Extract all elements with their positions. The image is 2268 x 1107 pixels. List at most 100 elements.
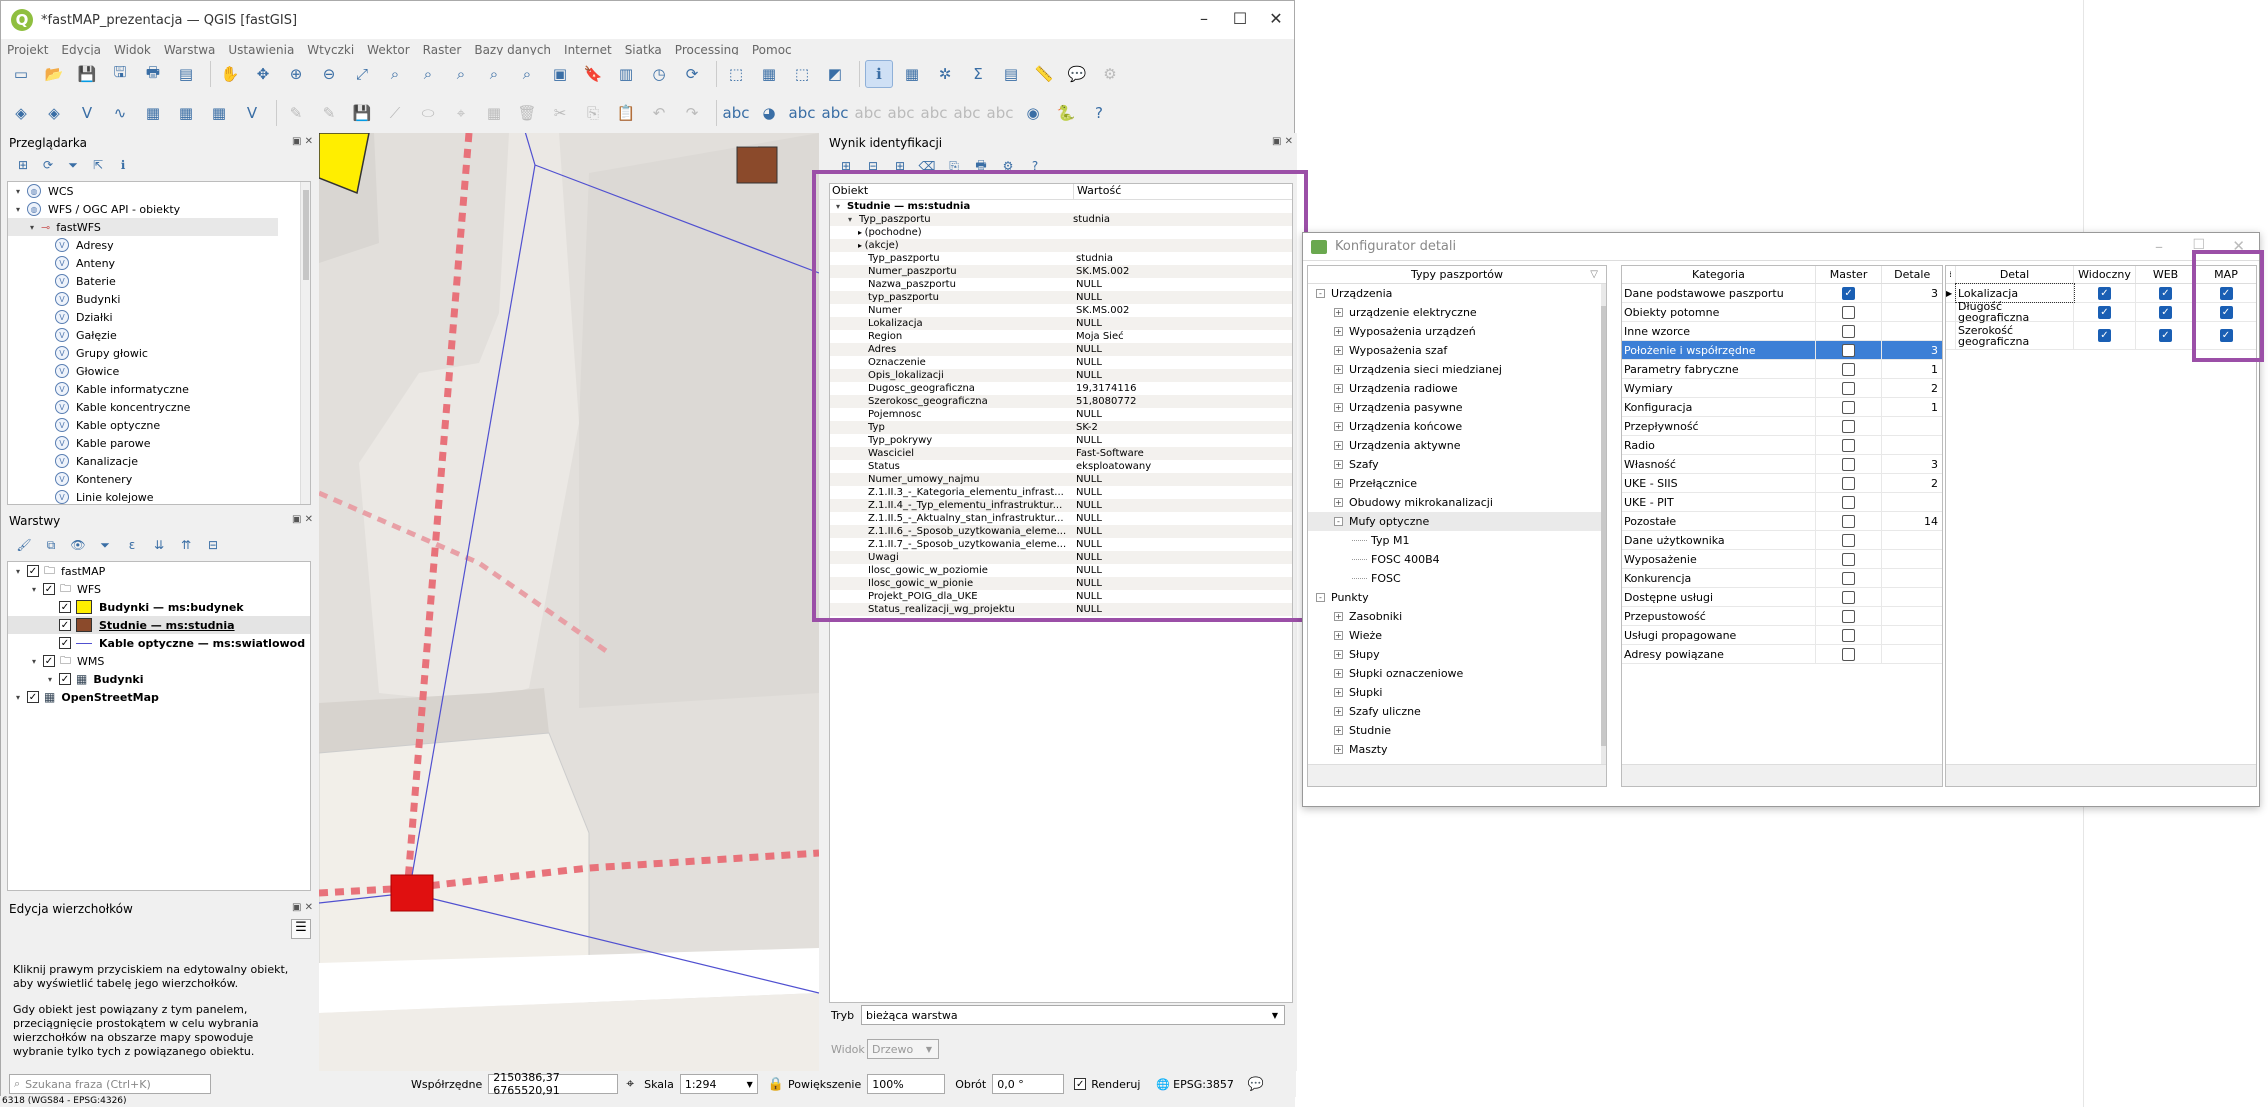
virtual-layer-icon[interactable]: V — [238, 99, 266, 127]
refresh-icon[interactable]: ⟳ — [38, 155, 58, 175]
browser-item[interactable]: ▾ ◍ WCS — [8, 182, 310, 200]
master-checkbox[interactable] — [1842, 381, 1856, 395]
browser-item[interactable]: V Budynki — [8, 290, 310, 308]
zoom-input[interactable]: 100% — [867, 1074, 946, 1094]
render-checkbox[interactable]: ✓ — [1074, 1078, 1087, 1090]
browser-item[interactable]: V Gałęzie — [8, 326, 310, 344]
scale-input[interactable]: 1:294 ▼ — [679, 1074, 758, 1094]
eye-lens-icon[interactable]: ◉ — [1019, 99, 1047, 127]
category-hscrollbar[interactable] — [1622, 764, 1942, 786]
browser-item[interactable]: ▾ ◍ WFS / OGC API - obiekty — [8, 200, 310, 218]
open-table-icon[interactable]: ▤ — [997, 60, 1025, 88]
types-scrollbar[interactable] — [1601, 284, 1606, 764]
passport-type-item[interactable]: - Urządzenia — [1308, 284, 1606, 303]
category-row[interactable]: Dane podstawowe paszportu ✓ 3 — [1622, 284, 1942, 303]
panel-float-close-icon[interactable]: ▣ ✕ — [292, 514, 313, 525]
style-icon[interactable]: 🖌 — [13, 535, 35, 555]
master-checkbox[interactable] — [1842, 400, 1856, 414]
filter-icon[interactable]: ▽ — [1590, 269, 1598, 280]
add-feature-icon[interactable]: ⬭ — [414, 99, 442, 127]
new-project-icon[interactable]: ▭ — [7, 60, 35, 88]
master-checkbox[interactable] — [1842, 609, 1856, 623]
browser-item[interactable]: V Anteny — [8, 254, 310, 272]
paste-icon[interactable]: 📋 — [612, 99, 640, 127]
browser-item[interactable]: V Baterie — [8, 272, 310, 290]
add-wms-icon[interactable]: ▦ — [139, 99, 167, 127]
master-checkbox[interactable] — [1842, 343, 1856, 357]
passport-type-item[interactable]: + Szafy uliczne — [1308, 702, 1606, 721]
zoom-layer-icon[interactable]: ⌕ — [414, 60, 442, 88]
web-checkbox[interactable]: ✓ — [2159, 329, 2172, 342]
category-row[interactable]: Parametry fabryczne 1 — [1622, 360, 1942, 379]
master-checkbox[interactable] — [1842, 305, 1856, 319]
expand-arrow-icon[interactable]: ▾ — [28, 657, 40, 666]
types-hscrollbar[interactable] — [1308, 764, 1606, 786]
category-row[interactable]: Wyposażenie — [1622, 550, 1942, 569]
expand-arrow-icon[interactable]: ▾ — [26, 223, 38, 232]
expand-plus-icon[interactable]: + — [1334, 479, 1343, 488]
expand-all-icon[interactable]: ⇊ — [148, 535, 170, 555]
category-row[interactable]: Przepływność — [1622, 417, 1942, 436]
expand-plus-icon[interactable]: + — [1334, 346, 1343, 355]
expand-plus-icon[interactable]: + — [1334, 327, 1343, 336]
layer-visibility-checkbox[interactable]: ✓ — [59, 637, 71, 649]
open-project-icon[interactable]: 📂 — [40, 60, 68, 88]
passport-type-item[interactable]: + Maszty — [1308, 740, 1606, 759]
expand-plus-icon[interactable]: + — [1334, 650, 1343, 659]
passport-type-item[interactable]: + Przełącznice — [1308, 474, 1606, 493]
browser-item[interactable]: V Kanalizacje — [8, 452, 310, 470]
panel-float-close-icon[interactable]: ▣ ✕ — [292, 902, 313, 913]
expand-arrow-icon[interactable]: ▾ — [12, 205, 24, 214]
expand-arrow-icon[interactable]: ▾ — [44, 675, 56, 684]
zoom-next-icon[interactable]: ⌕ — [513, 60, 541, 88]
category-row[interactable]: Dostępne usługi — [1622, 588, 1942, 607]
add-wfs-icon[interactable]: ▦ — [172, 99, 200, 127]
diagram-icon[interactable]: ◕ — [755, 99, 783, 127]
minimize-button[interactable]: – — [2155, 237, 2163, 256]
filter-expression-icon[interactable]: ε — [121, 535, 143, 555]
vertex-menu-icon[interactable]: ☰ — [291, 919, 311, 939]
browser-item[interactable]: V Działki — [8, 308, 310, 326]
deselect-icon[interactable]: ⬚ — [788, 60, 816, 88]
master-checkbox[interactable] — [1842, 533, 1856, 547]
master-checkbox[interactable] — [1842, 571, 1856, 585]
add-vector-icon[interactable]: V — [73, 99, 101, 127]
passport-type-item[interactable]: FOSC 400B4 — [1308, 550, 1606, 569]
browser-item[interactable]: V Linie kolejowe — [8, 488, 310, 504]
master-checkbox[interactable] — [1842, 514, 1856, 528]
collapse-minus-icon[interactable]: - — [1316, 289, 1325, 298]
layer-visibility-checkbox[interactable]: ✓ — [27, 565, 39, 577]
visibility-eye-icon[interactable]: 👁 — [67, 535, 89, 555]
layer-visibility-checkbox[interactable]: ✓ — [59, 673, 71, 685]
delete-selected-icon[interactable]: 🗑 — [513, 99, 541, 127]
browser-item[interactable]: V Kable informatyczne — [8, 380, 310, 398]
measure-icon[interactable]: 📏 — [1030, 60, 1058, 88]
browser-scrollbar[interactable] — [300, 182, 310, 504]
master-checkbox[interactable] — [1842, 476, 1856, 490]
browser-item[interactable]: ▾ ⊸ fastWFS — [8, 218, 278, 236]
master-checkbox[interactable] — [1842, 324, 1856, 338]
save-as-icon[interactable]: 🖫 — [106, 60, 134, 88]
master-checkbox[interactable] — [1842, 495, 1856, 509]
expand-plus-icon[interactable]: + — [1334, 707, 1343, 716]
layout-manager-icon[interactable]: ▤ — [172, 60, 200, 88]
save-edits-icon[interactable]: 💾 — [348, 99, 376, 127]
locator-search-input[interactable]: ⌕ Szukana fraza (Ctrl+K) — [9, 1074, 211, 1094]
crs-globe-icon[interactable]: 🌐 — [1156, 1078, 1170, 1091]
panel-float-close-icon[interactable]: ▣ ✕ — [1272, 136, 1293, 147]
expand-plus-icon[interactable]: + — [1334, 726, 1343, 735]
redo-icon[interactable]: ↷ — [678, 99, 706, 127]
zoom-selection-icon[interactable]: ⌕ — [381, 60, 409, 88]
expand-plus-icon[interactable]: + — [1334, 441, 1343, 450]
expand-arrow-icon[interactable]: ▾ — [28, 585, 40, 594]
temporal-icon[interactable]: ◷ — [645, 60, 673, 88]
master-checkbox[interactable]: ✓ — [1842, 286, 1856, 300]
category-row[interactable]: Położenie i współrzędne 3 — [1622, 341, 1942, 360]
vertex-tool-icon[interactable]: ⌖ — [447, 99, 475, 127]
category-row[interactable]: Konkurencja — [1622, 569, 1942, 588]
show-hide-labels-icon[interactable]: abc — [953, 99, 981, 127]
category-row[interactable]: Pozostałe 14 — [1622, 512, 1942, 531]
browser-item[interactable]: V Kontenery — [8, 470, 310, 488]
category-row[interactable]: Inne wzorce — [1622, 322, 1942, 341]
browser-item[interactable]: V Głowice — [8, 362, 310, 380]
